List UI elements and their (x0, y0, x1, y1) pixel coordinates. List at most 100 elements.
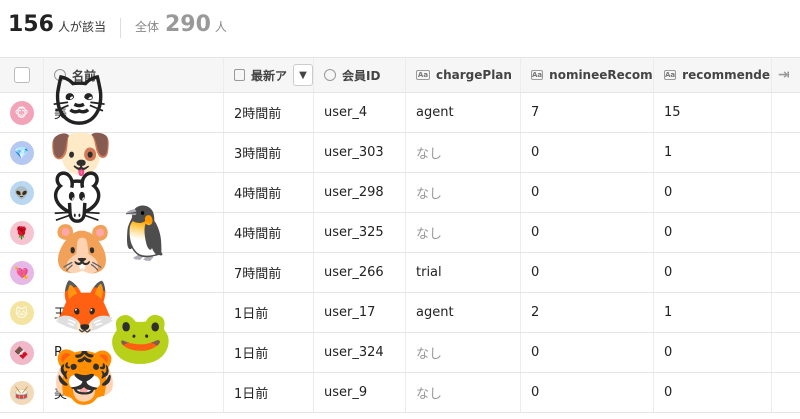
member-id-cell: user_4 (314, 93, 406, 132)
emoji-sticker: 🐸 (108, 308, 173, 368)
result-count: 156 (8, 12, 54, 37)
recommended-cell: 15 (654, 93, 772, 132)
table-header: 名前 最新ア ▼ 会員ID Aa chargePlan Aa nomineeRe… (0, 57, 800, 93)
nominee-cell: 0 (521, 253, 654, 292)
last-active-cell: 2時間前 (224, 93, 314, 132)
column-label: nomineeRecom… (549, 68, 654, 82)
last-active-cell: 1日前 (224, 293, 314, 332)
recommended-cell: 0 (654, 213, 772, 252)
row-avatar-cell: 🐱 (0, 293, 44, 332)
result-count-unit: 人が該当 (57, 20, 106, 34)
export-icon[interactable]: ⇥ (778, 67, 790, 83)
avatar: 💘 (9, 260, 34, 285)
recommended-cell: 1 (654, 293, 772, 332)
column-label: recommende… (682, 68, 771, 82)
row-spacer (772, 173, 800, 212)
nominee-cell: 2 (521, 293, 654, 332)
member-id-cell: user_325 (314, 213, 406, 252)
column-header-more[interactable]: ⇥ (772, 58, 800, 92)
last-active-cell: 1日前 (224, 333, 314, 372)
recommended-cell: 0 (654, 333, 772, 372)
row-avatar-cell: 🐵 (0, 93, 44, 132)
charge-plan-cell: なし (406, 373, 521, 412)
member-id-cell: user_266 (314, 253, 406, 292)
charge-plan-cell: なし (406, 333, 521, 372)
text-field-icon: Aa (416, 70, 430, 80)
charge-plan-cell: なし (406, 173, 521, 212)
header-select-cell (0, 58, 44, 92)
recommended-cell: 0 (654, 373, 772, 412)
last-active-cell: 4時間前 (224, 213, 314, 252)
avatar: 👽 (9, 180, 34, 205)
column-header-recommended[interactable]: Aa recommende… (654, 58, 772, 92)
row-spacer (772, 293, 800, 332)
row-avatar-cell: 💎 (0, 133, 44, 172)
column-header-nominee[interactable]: Aa nomineeRecom… (521, 58, 654, 92)
nominee-cell: 0 (521, 373, 654, 412)
emoji-sticker: 🐧 (112, 204, 177, 264)
column-header-member-id[interactable]: 会員ID (314, 58, 406, 92)
row-spacer (772, 253, 800, 292)
emoji-sticker: 🐱 (52, 74, 107, 134)
column-header-last-active[interactable]: 最新ア ▼ (224, 58, 314, 92)
total-unit: 人 (214, 20, 227, 34)
row-avatar-cell: 🍫 (0, 333, 44, 372)
recommended-cell: 0 (654, 173, 772, 212)
total-label: 全体 (134, 20, 159, 34)
nominee-cell: 0 (521, 173, 654, 212)
select-all-checkbox[interactable] (13, 67, 30, 83)
avatar: 🥁 (9, 380, 34, 405)
member-id-cell: user_17 (314, 293, 406, 332)
row-avatar-cell: 🌹 (0, 213, 44, 252)
calendar-icon (234, 69, 245, 81)
table-row[interactable]: 💎 3時間前 user_303 なし 0 1 (0, 133, 800, 173)
nominee-cell: 0 (521, 133, 654, 172)
row-spacer (772, 93, 800, 132)
total-count: 290 (164, 12, 211, 37)
recommended-cell: 0 (654, 253, 772, 292)
avatar: 🌹 (9, 220, 34, 245)
person-icon (324, 69, 336, 81)
avatar: 🐱 (9, 300, 34, 325)
avatar: 💎 (9, 140, 34, 165)
row-spacer (772, 333, 800, 372)
table-row[interactable]: 🥁 美 1日前 user_9 なし 0 0 (0, 373, 800, 413)
row-avatar-cell: 🥁 (0, 373, 44, 412)
sort-dropdown-button[interactable]: ▼ (293, 64, 313, 86)
nominee-cell: 0 (521, 333, 654, 372)
charge-plan-cell: agent (406, 93, 521, 132)
last-active-cell: 3時間前 (224, 133, 314, 172)
recommended-cell: 1 (654, 133, 772, 172)
member-id-cell: user_9 (314, 373, 406, 412)
member-id-cell: user_324 (314, 333, 406, 372)
last-active-cell: 4時間前 (224, 173, 314, 212)
column-label: 会員ID (342, 68, 381, 83)
row-avatar-cell: 💘 (0, 253, 44, 292)
table-row[interactable]: 🐵 美 2時間前 user_4 agent 7 15 (0, 93, 800, 133)
last-active-cell: 7時間前 (224, 253, 314, 292)
row-spacer (772, 373, 800, 412)
text-field-icon: Aa (664, 70, 677, 80)
column-header-charge-plan[interactable]: Aa chargePlan (406, 58, 521, 92)
column-label: chargePlan (436, 68, 512, 82)
last-active-cell: 1日前 (224, 373, 314, 412)
nominee-cell: 0 (521, 213, 654, 252)
row-avatar-cell: 👽 (0, 173, 44, 212)
emoji-sticker: 🐯 (52, 348, 117, 408)
charge-plan-cell: agent (406, 293, 521, 332)
summary-divider (119, 18, 121, 38)
charge-plan-cell: なし (406, 133, 521, 172)
avatar: 🐵 (9, 100, 34, 125)
member-id-cell: user_298 (314, 173, 406, 212)
emoji-sticker: 🐹 (50, 218, 115, 278)
column-label: 最新ア (251, 68, 288, 83)
charge-plan-cell: trial (406, 253, 521, 292)
row-spacer (772, 133, 800, 172)
member-id-cell: user_303 (314, 133, 406, 172)
charge-plan-cell: なし (406, 213, 521, 252)
text-field-icon: Aa (531, 70, 544, 80)
row-spacer (772, 213, 800, 252)
result-summary: 156 人が該当 全体 290 人 (8, 12, 227, 44)
nominee-cell: 7 (521, 93, 654, 132)
avatar: 🍫 (9, 340, 34, 365)
